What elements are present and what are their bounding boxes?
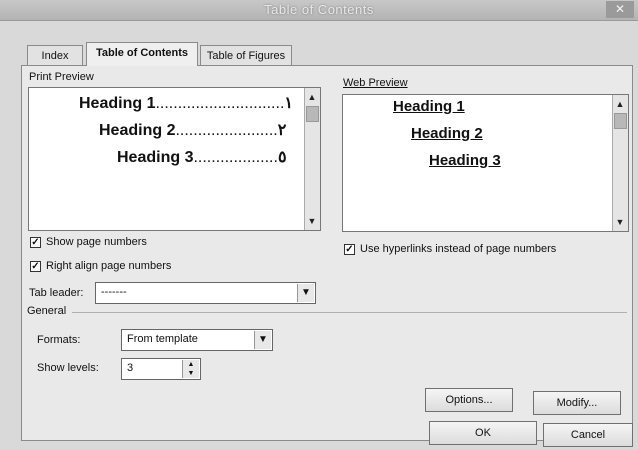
window-title: Table of Contents [264, 2, 374, 17]
print-heading-3: Heading 3...................٥ [117, 149, 287, 166]
use-hyperlinks-checkbox[interactable]: ✓ [344, 244, 355, 255]
title-bar: Table of Contents ✕ [0, 0, 638, 21]
right-align-label: Right align page numbers [46, 260, 172, 272]
web-heading-2[interactable]: Heading 2 [411, 125, 483, 142]
print-preview-label: Print Preview [29, 71, 94, 83]
print-heading-1: Heading 1.............................١ [79, 95, 293, 112]
cancel-button[interactable]: Cancel [543, 423, 633, 447]
formats-label: Formats: [37, 334, 81, 346]
chevron-down-icon[interactable]: ▼ [297, 284, 314, 302]
general-label: General [27, 305, 67, 317]
print-heading-2: Heading 2.......................٢ [99, 122, 287, 139]
chevron-down-icon[interactable]: ▼ [613, 215, 627, 229]
formats-select[interactable]: From template ▼ [121, 329, 273, 351]
ok-button[interactable]: OK [429, 421, 537, 445]
web-heading-1[interactable]: Heading 1 [393, 98, 465, 115]
print-preview-scrollbar[interactable]: ▲ ▼ [304, 88, 320, 230]
web-preview-scrollbar[interactable]: ▲ ▼ [612, 95, 628, 231]
chevron-down-icon[interactable]: ▼ [254, 331, 271, 349]
chevron-up-icon[interactable]: ▲ [613, 97, 627, 111]
options-button[interactable]: Options... [425, 388, 513, 412]
scroll-thumb[interactable] [614, 113, 627, 129]
show-levels-spinner[interactable]: 3 ▲ ▼ [121, 358, 201, 380]
general-divider [72, 312, 627, 313]
web-heading-3[interactable]: Heading 3 [429, 152, 501, 169]
modify-button[interactable]: Modify... [533, 391, 621, 415]
scroll-thumb[interactable] [306, 106, 319, 122]
right-align-checkbox[interactable]: ✓ [30, 261, 41, 272]
show-page-numbers-checkbox[interactable]: ✓ [30, 237, 41, 248]
show-page-numbers-label: Show page numbers [46, 236, 147, 248]
tab-table-of-figures[interactable]: Table of Figures [200, 45, 292, 65]
close-button[interactable]: ✕ [606, 1, 634, 18]
show-levels-value: 3 [127, 362, 134, 374]
show-levels-label: Show levels: [37, 362, 99, 374]
chevron-down-icon[interactable]: ▼ [305, 214, 319, 228]
tab-leader-label: Tab leader: [29, 287, 84, 299]
print-preview-box: Heading 1.............................١ … [28, 87, 321, 231]
chevron-up-icon[interactable]: ▲ [305, 90, 319, 104]
web-preview-label: Web Preview [343, 77, 408, 89]
web-preview-box: Heading 1 Heading 2 Heading 3 ▲ ▼ [342, 94, 629, 232]
tab-table-of-contents[interactable]: Table of Contents [86, 42, 198, 66]
tab-index[interactable]: Index [27, 45, 83, 65]
tab-leader-value: ------- [101, 286, 127, 298]
spinner-arrows-icon[interactable]: ▲ ▼ [182, 360, 199, 378]
tab-leader-select[interactable]: ------- ▼ [95, 282, 316, 304]
formats-value: From template [127, 333, 198, 345]
use-hyperlinks-label: Use hyperlinks instead of page numbers [360, 243, 557, 255]
